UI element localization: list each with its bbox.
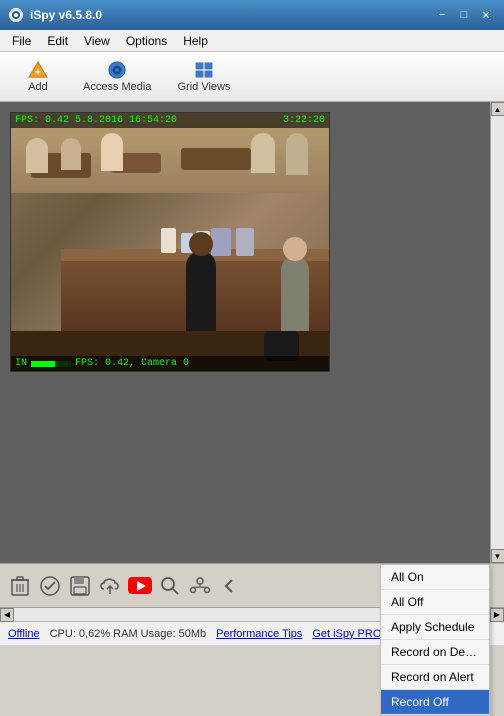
offline-status[interactable]: Offline <box>8 628 40 640</box>
app-icon <box>8 7 24 23</box>
camera-top-overlay: FPS: 0.42 5.8.2016 16:54:20 3:22:20 <box>11 113 329 128</box>
access-media-label: Access Media <box>83 81 151 93</box>
in-label: IN <box>15 358 27 369</box>
upload-button[interactable] <box>98 574 122 598</box>
svg-text:+: + <box>35 67 41 78</box>
scroll-up-arrow[interactable]: ▲ <box>491 102 504 116</box>
record-on-detect-option[interactable]: Record on Detec... <box>381 640 489 665</box>
scroll-track[interactable] <box>491 116 504 549</box>
minimize-button[interactable]: − <box>432 5 452 25</box>
youtube-button[interactable] <box>128 577 152 594</box>
fps-top-text: FPS: 0.42 5.8.2016 16:54:20 <box>15 115 177 126</box>
add-button[interactable]: + Add <box>8 56 68 98</box>
network-button[interactable] <box>188 574 212 598</box>
add-label: Add <box>28 81 48 93</box>
menu-file[interactable]: File <box>4 32 39 50</box>
vertical-scrollbar[interactable]: ▲ ▼ <box>490 102 504 563</box>
menu-edit[interactable]: Edit <box>39 32 76 50</box>
cpu-status: CPU: 0,62% RAM Usage: 50Mb <box>50 628 207 640</box>
title-bar: iSpy v6.5.8.0 − □ ✕ <box>0 0 504 30</box>
menu-options[interactable]: Options <box>118 32 175 50</box>
fps-fill <box>31 361 55 367</box>
scroll-down-arrow[interactable]: ▼ <box>491 549 504 563</box>
get-ispypro-link[interactable]: Get iSpy PRO <box>312 628 381 640</box>
camera-background <box>11 113 329 371</box>
record-on-alert-option[interactable]: Record on Alert <box>381 665 489 690</box>
back-button[interactable] <box>218 574 242 598</box>
delete-button[interactable] <box>8 574 32 598</box>
all-off-option[interactable]: All Off <box>381 590 489 615</box>
all-on-option[interactable]: All On <box>381 565 489 590</box>
menu-bar: File Edit View Options Help <box>0 30 504 52</box>
save-button[interactable] <box>68 574 92 598</box>
performance-tips-link[interactable]: Performance Tips <box>216 628 302 640</box>
search-button[interactable] <box>158 574 182 598</box>
apply-schedule-option[interactable]: Apply Schedule <box>381 615 489 640</box>
fps-bar <box>31 361 71 367</box>
close-button[interactable]: ✕ <box>476 5 496 25</box>
camera-feed[interactable]: FPS: 0.42 5.8.2016 16:54:20 3:22:20 IN F… <box>10 112 330 372</box>
camera-area: FPS: 0.42 5.8.2016 16:54:20 3:22:20 IN F… <box>0 102 490 563</box>
menu-view[interactable]: View <box>76 32 118 50</box>
main-toolbar: + Add Access Media Grid Views <box>0 52 504 102</box>
youtube-play-icon <box>137 581 146 591</box>
record-off-option[interactable]: Record Off <box>381 690 489 715</box>
camera-bottom-overlay: IN FPS: 0.42, Camera 0 <box>11 356 329 371</box>
dropdown-panel: All On All Off Apply Schedule Record on … <box>380 564 490 716</box>
scroll-right-arrow[interactable]: ▶ <box>490 608 504 622</box>
grid-views-button[interactable]: Grid Views <box>166 56 241 98</box>
main-area: FPS: 0.42 5.8.2016 16:54:20 3:22:20 IN F… <box>0 102 504 563</box>
bottom-toolbar: 0 / 0 All On All Off Apply Schedule Reco… <box>0 563 504 607</box>
time-top-text: 3:22:20 <box>283 115 325 126</box>
grid-views-label: Grid Views <box>177 81 230 93</box>
menu-help[interactable]: Help <box>175 32 216 50</box>
fps-bottom-text: FPS: 0.42, Camera 0 <box>75 358 189 369</box>
scroll-left-arrow[interactable]: ◀ <box>0 608 14 622</box>
maximize-button[interactable]: □ <box>454 5 474 25</box>
window-title: iSpy v6.5.8.0 <box>30 8 430 22</box>
access-media-button[interactable]: Access Media <box>72 56 162 98</box>
enable-button[interactable] <box>38 574 62 598</box>
